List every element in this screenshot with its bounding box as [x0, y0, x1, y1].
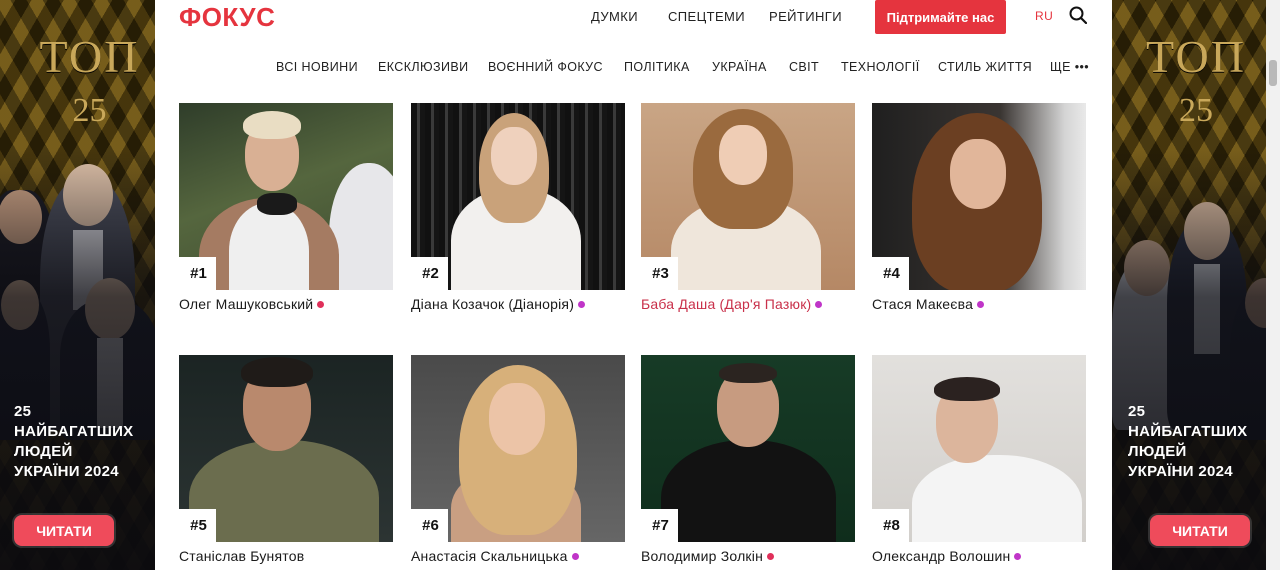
banner-number: 25: [1179, 92, 1213, 129]
menu-item-ukraine[interactable]: УКРАЇНА: [712, 60, 767, 74]
search-icon[interactable]: [1069, 6, 1087, 24]
banner-text: 25 НАЙБАГАТШИХ ЛЮДЕЙ УКРАЇНИ 2024: [1128, 403, 1248, 480]
menu-item-all-news[interactable]: ВСІ НОВИНИ: [276, 60, 358, 74]
card-photo[interactable]: #6: [411, 355, 625, 542]
card-photo[interactable]: #5: [179, 355, 393, 542]
rating-grid: #1 Олег Машуковський #2 Діана Козачок (Д…: [155, 95, 1112, 570]
card-title[interactable]: Володимир Золкін: [641, 547, 855, 566]
support-button[interactable]: Підтримайте нас: [875, 0, 1006, 34]
rating-card[interactable]: #2 Діана Козачок (Діанорія): [411, 103, 625, 314]
menu-item-exclusives[interactable]: ЕКСКЛЮЗИВИ: [378, 60, 468, 74]
card-title[interactable]: Діана Козачок (Діанорія): [411, 295, 625, 314]
card-title[interactable]: Баба Даша (Дар'я Пазюк): [641, 295, 855, 314]
category-dot: [571, 552, 579, 560]
category-dot: [767, 552, 775, 560]
card-photo[interactable]: #4: [872, 103, 1086, 290]
scrollbar-thumb[interactable]: [1269, 60, 1277, 86]
rank-badge: #2: [411, 257, 448, 290]
card-title[interactable]: Олександр Волошин: [872, 547, 1086, 566]
page-scrollbar[interactable]: [1266, 0, 1280, 570]
category-dot: [977, 300, 985, 308]
banner-number: 25: [72, 92, 107, 129]
category-dot: [578, 300, 586, 308]
menu-item-military[interactable]: ВОЄННИЙ ФОКУС: [488, 60, 603, 74]
top-link-opinions[interactable]: ДУМКИ: [591, 9, 638, 24]
card-photo[interactable]: #3: [641, 103, 855, 290]
rank-badge: #7: [641, 509, 678, 542]
ad-banner-left[interactable]: ТОП 25 25 НАЙБАГАТШИХ ЛЮДЕЙ УКРАЇНИ 2024…: [0, 0, 155, 570]
banner-read-button[interactable]: ЧИТАТИ: [1150, 515, 1250, 546]
banner-title: ТОП: [1146, 31, 1246, 82]
site-logo[interactable]: ФОКУС: [179, 2, 275, 33]
menu-item-politics[interactable]: ПОЛІТИКА: [624, 60, 690, 74]
menu-item-world[interactable]: СВІТ: [789, 60, 819, 74]
card-photo[interactable]: #2: [411, 103, 625, 290]
banner-title: ТОП: [39, 31, 140, 82]
main-menu: ВСІ НОВИНИ ЕКСКЛЮЗИВИ ВОЄННИЙ ФОКУС ПОЛІ…: [155, 60, 1112, 80]
menu-item-more[interactable]: ЩЕ •••: [1050, 60, 1089, 74]
rating-card[interactable]: #8 Олександр Волошин: [872, 355, 1086, 566]
card-title[interactable]: Олег Машуковський: [179, 295, 393, 314]
card-photo[interactable]: #8: [872, 355, 1086, 542]
card-title[interactable]: Станіслав Бунятов: [179, 547, 393, 566]
rank-badge: #6: [411, 509, 448, 542]
card-title[interactable]: Стася Макеєва: [872, 295, 1086, 314]
rating-card[interactable]: #5 Станіслав Бунятов: [179, 355, 393, 566]
card-photo[interactable]: #1: [179, 103, 393, 290]
rating-card[interactable]: #6 Анастасія Скальницька: [411, 355, 625, 566]
menu-item-technology[interactable]: ТЕХНОЛОГІЇ: [841, 60, 920, 74]
rank-badge: #4: [872, 257, 909, 290]
rating-card[interactable]: #1 Олег Машуковський: [179, 103, 393, 314]
rank-badge: #5: [179, 509, 216, 542]
card-photo[interactable]: #7: [641, 355, 855, 542]
rank-badge: #1: [179, 257, 216, 290]
top-link-special-topics[interactable]: СПЕЦТЕМИ: [668, 9, 745, 24]
rank-badge: #8: [872, 509, 909, 542]
rating-card[interactable]: #4 Стася Макеєва: [872, 103, 1086, 314]
banner-text: 25 НАЙБАГАТШИХ ЛЮДЕЙ УКРАЇНИ 2024: [14, 403, 134, 480]
menu-item-lifestyle[interactable]: СТИЛЬ ЖИТТЯ: [938, 60, 1032, 74]
banner-read-button[interactable]: ЧИТАТИ: [14, 515, 114, 546]
rank-badge: #3: [641, 257, 678, 290]
top-link-ratings[interactable]: РЕЙТИНГИ: [769, 9, 842, 24]
rating-card[interactable]: #7 Володимир Золкін: [641, 355, 855, 566]
card-title[interactable]: Анастасія Скальницька: [411, 547, 625, 566]
rating-card[interactable]: #3 Баба Даша (Дар'я Пазюк): [641, 103, 855, 314]
site-header: ФОКУС ДУМКИ СПЕЦТЕМИ РЕЙТИНГИ Підтримайт…: [155, 0, 1112, 95]
category-dot: [1014, 552, 1022, 560]
ad-banner-right[interactable]: ТОП 25 25 НАЙБАГАТШИХ ЛЮДЕЙ УКРАЇНИ 2024…: [1112, 0, 1280, 570]
category-dot: [815, 300, 823, 308]
category-dot: [317, 300, 325, 308]
language-switch[interactable]: RU: [1035, 9, 1053, 23]
